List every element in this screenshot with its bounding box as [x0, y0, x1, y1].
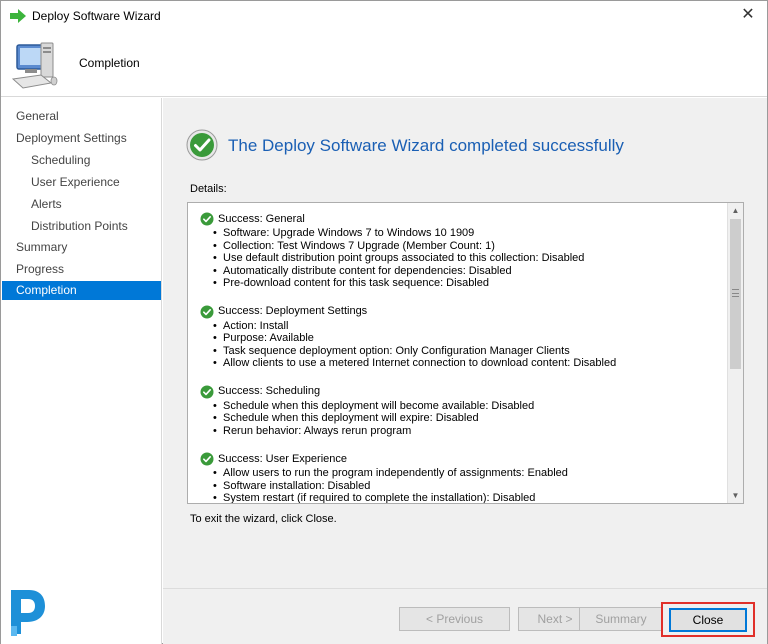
- green-check-icon: [200, 305, 214, 318]
- list-item: Purpose: Available: [213, 332, 724, 345]
- nav-item-scheduling[interactable]: Scheduling: [2, 151, 161, 170]
- list-item: Schedule when this deployment will expir…: [213, 412, 724, 425]
- list-item: Pre-download content for this task seque…: [213, 277, 724, 290]
- list-item: Software: Upgrade Windows 7 to Windows 1…: [213, 227, 724, 240]
- green-check-icon: [200, 385, 214, 398]
- section-title: Success: Deployment Settings: [218, 305, 368, 318]
- nav-item-deployment-settings[interactable]: Deployment Settings: [2, 129, 161, 148]
- list-item: Task sequence deployment option: Only Co…: [213, 345, 724, 358]
- scroll-up-arrow-icon[interactable]: ▲: [728, 203, 743, 218]
- main-panel: The Deploy Software Wizard completed suc…: [163, 98, 767, 644]
- list-item: Allow clients to use a metered Internet …: [213, 357, 724, 370]
- computer-icon: [11, 42, 58, 89]
- list-item: Collection: Test Windows 7 Upgrade (Memb…: [213, 240, 724, 253]
- title-bar: Deploy Software Wizard ✕: [1, 1, 767, 31]
- nav-item-user-experience[interactable]: User Experience: [2, 173, 161, 192]
- details-scrollbar[interactable]: ▲ ▼: [727, 203, 743, 503]
- list-item: Action: Install: [213, 320, 724, 333]
- details-label: Details:: [190, 183, 227, 195]
- footer-divider: [163, 588, 767, 589]
- close-button-highlight: Close: [661, 602, 755, 637]
- exit-instructions: To exit the wizard, click Close.: [190, 513, 337, 525]
- section-title: Success: General: [218, 212, 305, 225]
- nav-item-completion[interactable]: Completion: [2, 281, 161, 300]
- success-heading: The Deploy Software Wizard completed suc…: [228, 136, 624, 155]
- list-item: Use default distribution point groups as…: [213, 252, 724, 265]
- section-general: Success: General Software: Upgrade Windo…: [200, 211, 724, 290]
- list-item: Allow users to run the program independe…: [213, 467, 724, 480]
- section-deployment-settings: Success: Deployment Settings Action: Ins…: [200, 304, 724, 370]
- page-title: Completion: [79, 56, 140, 70]
- close-button[interactable]: Close: [669, 608, 747, 632]
- list-item: Schedule when this deployment will becom…: [213, 400, 724, 413]
- close-window-icon[interactable]: ✕: [739, 6, 757, 24]
- green-check-icon: [200, 212, 214, 226]
- wizard-nav: General Deployment Settings Scheduling U…: [1, 98, 162, 644]
- wizard-header: Completion: [1, 31, 767, 97]
- green-check-icon: [186, 129, 218, 161]
- nav-item-distribution-points[interactable]: Distribution Points: [2, 217, 161, 236]
- scroll-thumb[interactable]: [730, 219, 741, 369]
- section-scheduling: Success: Scheduling Schedule when this d…: [200, 384, 724, 438]
- previous-button[interactable]: < Previous: [399, 607, 510, 631]
- section-title: Success: User Experience: [218, 452, 347, 465]
- green-arrow-icon: [10, 9, 26, 23]
- details-box[interactable]: Success: General Software: Upgrade Windo…: [187, 202, 744, 504]
- nav-item-progress[interactable]: Progress: [2, 260, 161, 279]
- nav-item-summary[interactable]: Summary: [2, 238, 161, 257]
- wizard-window: Deploy Software Wizard ✕ Completion Gene…: [0, 0, 768, 644]
- section-title: Success: Scheduling: [218, 385, 321, 398]
- summary-button[interactable]: Summary: [579, 607, 663, 631]
- scroll-down-arrow-icon[interactable]: ▼: [728, 488, 743, 503]
- list-item: Software installation: Disabled: [213, 480, 724, 493]
- list-item: Rerun behavior: Always rerun program: [213, 425, 724, 438]
- brand-logo-icon: [11, 590, 45, 636]
- nav-item-alerts[interactable]: Alerts: [2, 195, 161, 214]
- window-title: Deploy Software Wizard: [32, 9, 161, 23]
- section-user-experience: Success: User Experience Allow users to …: [200, 451, 724, 503]
- details-content: Success: General Software: Upgrade Windo…: [200, 211, 724, 503]
- nav-item-general[interactable]: General: [2, 107, 161, 126]
- grip-icon: [732, 289, 739, 297]
- list-item: Automatically distribute content for dep…: [213, 265, 724, 278]
- list-item: System restart (if required to complete …: [213, 492, 724, 503]
- green-check-icon: [200, 452, 214, 466]
